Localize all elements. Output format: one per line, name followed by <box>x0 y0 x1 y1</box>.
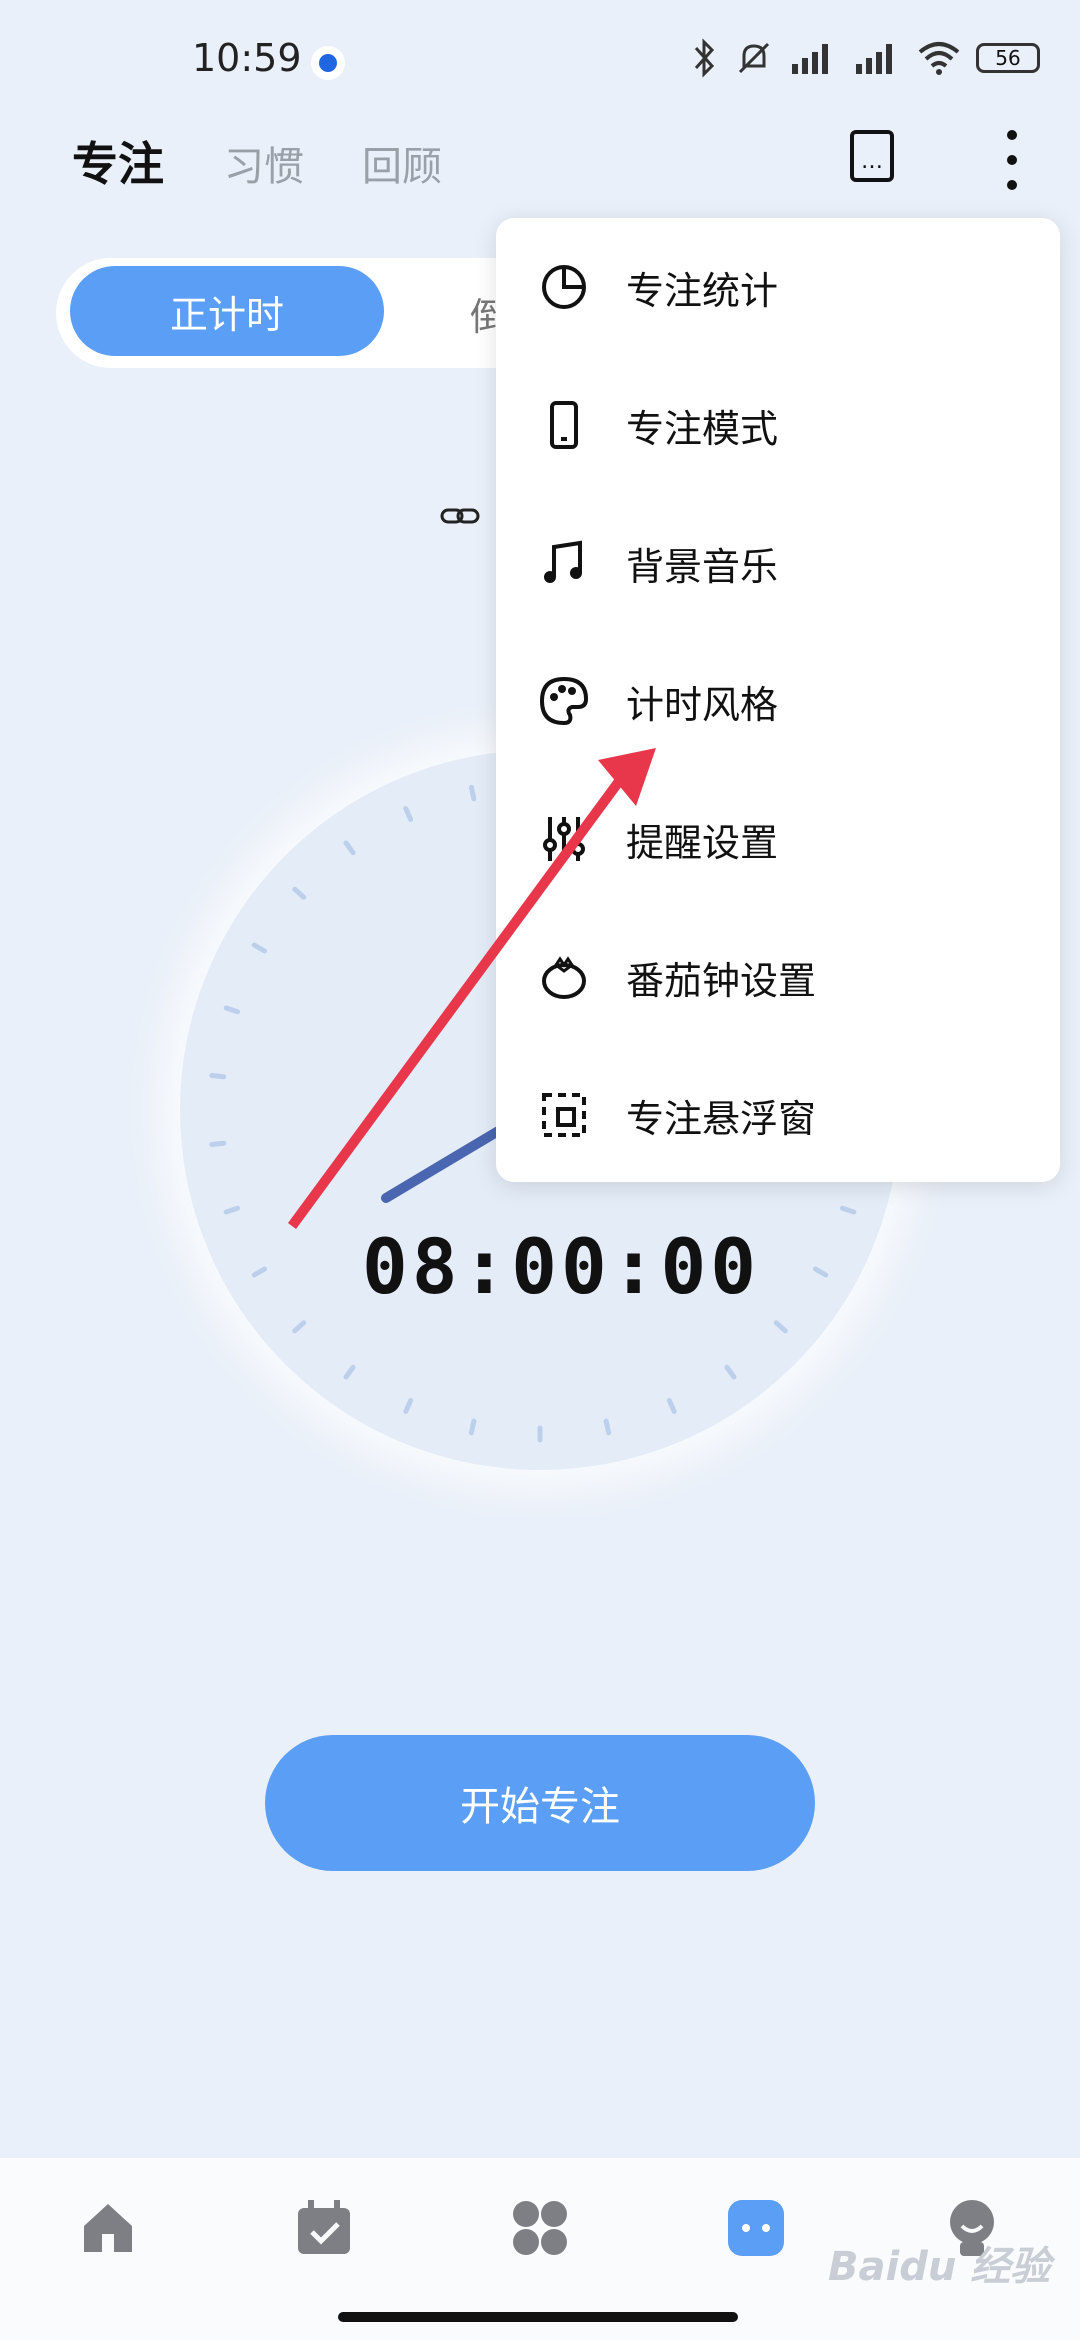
tab-habit[interactable]: 习惯 <box>224 134 304 192</box>
sliders-icon <box>538 813 590 865</box>
bluetooth-icon <box>694 38 715 78</box>
timer-display: 08:00:00 <box>362 1222 761 1311</box>
music-note-icon <box>538 537 590 589</box>
menu-item[interactable]: 背景音乐 <box>496 494 1060 632</box>
menu-item[interactable]: 提醒设置 <box>496 770 1060 908</box>
palette-icon <box>538 675 590 727</box>
clock-tick <box>343 840 356 856</box>
home-icon[interactable] <box>76 2196 140 2260</box>
clock-tick <box>603 1418 612 1436</box>
menu-item-label: 专注模式 <box>626 406 779 451</box>
menu-item[interactable]: 专注统计 <box>496 218 1060 356</box>
menu-item-label: 计时风格 <box>626 682 779 727</box>
clock-tick <box>251 1266 268 1278</box>
watermark: Baidu 经验 <box>828 2244 1051 2290</box>
clock-tick <box>724 1364 737 1380</box>
menu-item-label: 提醒设置 <box>626 820 779 865</box>
status-time: 10:59 <box>192 36 302 80</box>
wifi-icon <box>918 42 960 75</box>
clock-tick <box>343 1364 356 1380</box>
signal-icon <box>792 44 828 74</box>
clock-tick <box>468 1418 477 1436</box>
clock-tick <box>403 806 414 822</box>
clock-tick <box>209 1140 227 1147</box>
app-notification-icon <box>311 46 345 80</box>
clock-tick <box>666 1398 677 1414</box>
menu-item[interactable]: 专注模式 <box>496 356 1060 494</box>
tab-focus[interactable]: 专注 <box>72 128 164 194</box>
phone-icon <box>538 399 590 451</box>
clock-tick <box>292 1320 307 1334</box>
status-icons: 56 <box>690 38 1040 78</box>
focus-icon[interactable] <box>724 2196 788 2260</box>
signal-icon-2 <box>856 44 892 74</box>
clock-tick <box>773 1320 788 1334</box>
clock-tick <box>209 1073 227 1080</box>
battery-level: 56 <box>995 46 1021 70</box>
note-icon[interactable]: … <box>850 130 894 182</box>
tomato-icon <box>538 951 590 1003</box>
clock-tick <box>403 1398 414 1414</box>
clock-tick <box>839 1205 857 1215</box>
start-focus-button[interactable]: 开始专注 <box>265 1735 815 1871</box>
menu-item[interactable]: 番茄钟设置 <box>496 908 1060 1046</box>
more-menu-icon[interactable] <box>994 130 1030 190</box>
menu-item-label: 专注统计 <box>626 268 779 313</box>
calendar-check-icon[interactable] <box>292 2196 356 2260</box>
mute-icon <box>738 42 770 74</box>
battery-icon: 56 <box>976 43 1040 73</box>
clock-tick <box>812 1266 829 1278</box>
menu-item[interactable]: 计时风格 <box>496 632 1060 770</box>
pie-chart-icon <box>538 261 590 313</box>
clock-tick <box>292 886 307 900</box>
clock-tick <box>223 1005 241 1015</box>
clock-hand <box>381 1125 505 1203</box>
menu-item[interactable]: 专注悬浮窗 <box>496 1046 1060 1184</box>
link-icon[interactable] <box>440 500 480 532</box>
clock-tick <box>223 1205 241 1215</box>
clock-tick <box>251 942 268 954</box>
clock-tick <box>468 784 477 802</box>
tab-review[interactable]: 回顾 <box>362 134 442 192</box>
grid-icon[interactable] <box>508 2196 572 2260</box>
home-indicator[interactable] <box>338 2312 738 2322</box>
menu-item-label: 背景音乐 <box>626 544 779 589</box>
segment-count-up[interactable]: 正计时 <box>70 266 384 356</box>
floating-window-icon <box>538 1089 590 1141</box>
menu-item-label: 番茄钟设置 <box>626 958 817 1003</box>
menu-item-label: 专注悬浮窗 <box>626 1096 817 1141</box>
